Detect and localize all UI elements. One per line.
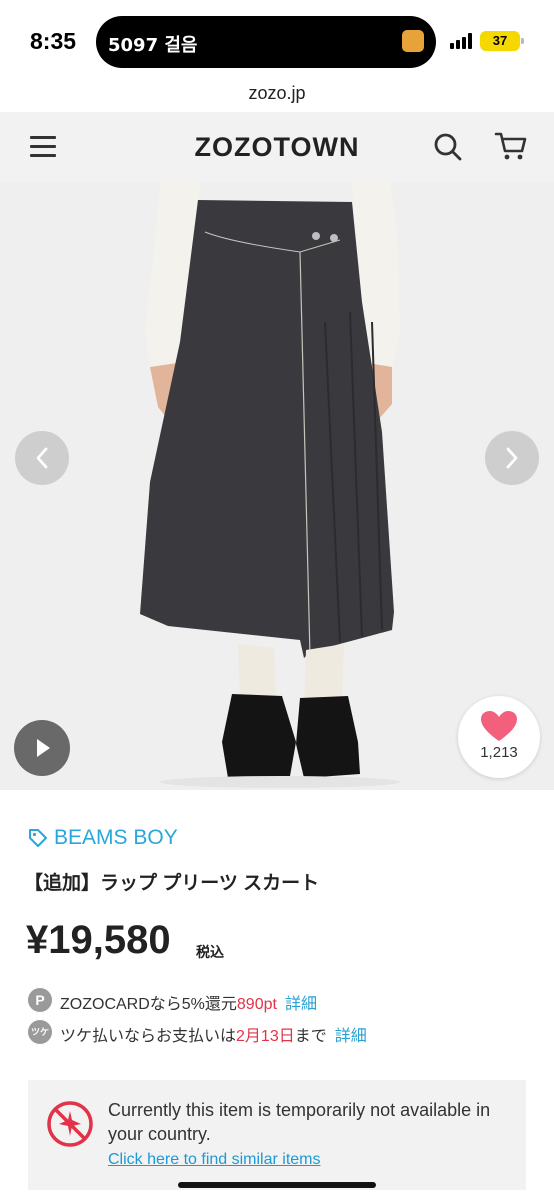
tsuke-detail-link[interactable]: 詳細 — [335, 1028, 367, 1045]
no-shipping-icon — [47, 1101, 93, 1147]
status-time: 8:35 — [30, 28, 77, 54]
status-bar: 8:35 5097 걸음 37 — [0, 0, 554, 78]
points-amount: 890pt — [236, 996, 277, 1013]
cart-icon[interactable] — [494, 130, 528, 162]
product-price: ¥19,580 — [26, 918, 171, 962]
tax-label: 税込 — [196, 944, 224, 960]
tsuke-text-suffix: まで — [294, 1028, 327, 1045]
battery-icon: 37 — [480, 31, 524, 51]
product-image[interactable] — [0, 182, 554, 790]
home-indicator[interactable] — [178, 1182, 376, 1188]
tsuke-date: 2月13日 — [236, 1028, 295, 1045]
chevron-right-icon — [506, 447, 518, 469]
tag-icon — [29, 829, 47, 847]
site-header: ZOZOTOWN — [0, 112, 554, 182]
chevron-left-icon — [36, 447, 48, 469]
points-badge-icon: P — [28, 988, 52, 1012]
signal-icon — [450, 33, 474, 49]
previous-image-button[interactable] — [15, 431, 69, 485]
search-icon[interactable] — [433, 132, 463, 162]
similar-items-link[interactable]: Click here to find similar items — [108, 1151, 321, 1169]
play-video-button[interactable] — [14, 720, 70, 776]
play-icon — [37, 739, 50, 757]
site-logo[interactable]: ZOZOTOWN — [0, 132, 554, 163]
app-icon — [402, 30, 424, 52]
availability-message: Currently this item is temporarily not a… — [108, 1100, 491, 1144]
dynamic-island[interactable]: 5097 걸음 — [96, 16, 436, 68]
tsuke-badge-icon: ツケ — [28, 1020, 52, 1044]
availability-notice: Currently this item is temporarily not a… — [28, 1080, 526, 1190]
favorite-button[interactable]: 1,213 — [458, 696, 540, 778]
product-title: 【追加】ラップ プリーツ スカート — [24, 873, 320, 894]
tsuke-text: ツケ払いならお支払いは — [60, 1028, 237, 1045]
favorite-count: 1,213 — [480, 744, 518, 761]
step-counter: 5097 걸음 — [108, 35, 198, 56]
points-detail-link[interactable]: 詳細 — [285, 996, 317, 1013]
next-image-button[interactable] — [485, 431, 539, 485]
skirt-photo — [0, 182, 554, 790]
points-text: ZOZOCARDなら5%還元 — [60, 996, 237, 1013]
brand-name: BEAMS BOY — [54, 826, 178, 849]
url-bar[interactable]: zozo.jp — [0, 78, 554, 110]
heart-icon — [481, 711, 517, 741]
